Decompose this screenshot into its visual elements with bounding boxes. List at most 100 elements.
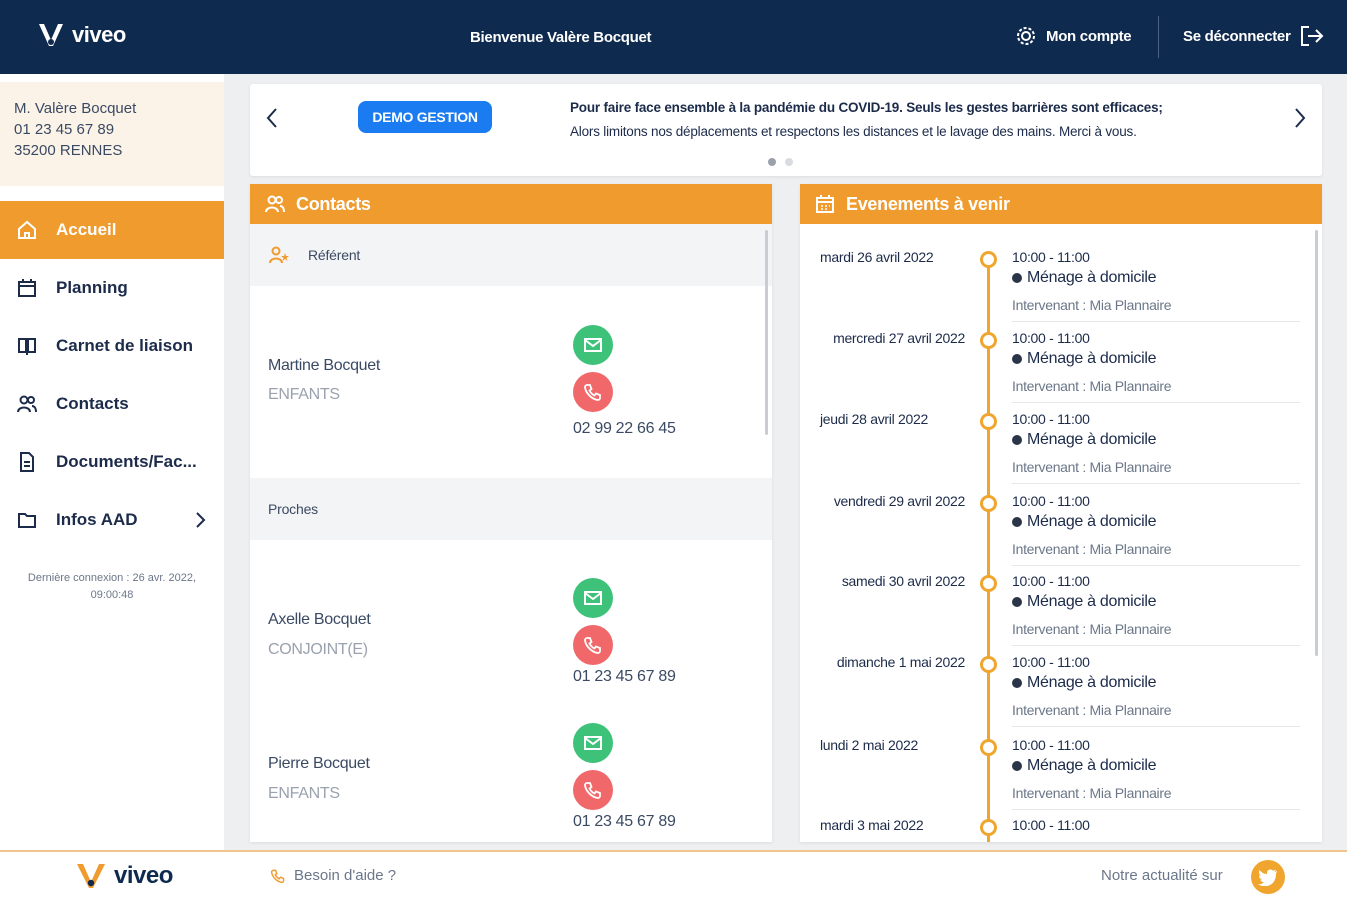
gear-icon [1017,27,1035,45]
news-label: Notre actualité sur [1101,867,1223,884]
timeline-dot [980,656,997,673]
contact-phone[interactable]: 01 23 45 67 89 [573,813,676,831]
phone-icon [584,384,601,401]
sidebar-item-accueil[interactable]: Accueil [0,201,224,259]
calendar-icon [816,195,834,213]
help-link[interactable]: Besoin d'aide ? [270,867,396,884]
twitter-icon [1258,869,1277,886]
event-date: jeudi 28 avril 2022 [820,411,928,427]
event-time: 10:00 - 11:00 [1012,573,1090,589]
twitter-button[interactable] [1251,860,1285,894]
event-divider [1012,809,1300,810]
sidebar-item-label: Infos AAD [56,510,138,529]
timeline-dot [980,332,997,349]
top-header: viveo Bienvenue Valère Bocquet Mon compt… [0,0,1347,74]
mail-icon [584,591,602,605]
event-date: dimanche 1 mai 2022 [836,654,965,670]
timeline-dot [980,575,997,592]
event-item[interactable]: vendredi 29 avril 2022 10:00 - 11:00 Mén… [800,493,1310,574]
sidebar-item-contacts[interactable]: Contacts [0,375,224,433]
bullet [1012,273,1022,283]
event-item[interactable]: mardi 26 avril 2022 10:00 - 11:00 Ménage… [800,249,1310,330]
email-button[interactable] [573,578,613,618]
event-intervenant: Intervenant : Mia Plannaire [1012,459,1172,475]
call-button[interactable] [573,372,613,412]
phone-icon [584,637,601,654]
sidebar-item-label: Documents/Fac... [56,452,197,471]
user-name: M. Valère Bocquet [14,100,137,117]
user-star-icon [269,246,289,264]
sidebar-item-infos-aad[interactable]: Infos AAD [0,491,224,549]
logout-icon [1300,26,1323,46]
contacts-scrollbar[interactable] [765,230,768,435]
events-scrollbar[interactable] [1315,230,1318,656]
contact-phone[interactable]: 01 23 45 67 89 [573,668,676,686]
account-label: Mon compte [1046,27,1132,45]
logout-button[interactable]: Se déconnecter [1183,24,1325,48]
book-icon [18,338,36,355]
contact-name: Martine Bocquet [268,357,381,374]
contact-role: ENFANTS [268,386,340,403]
event-item[interactable]: samedi 30 avril 2022 10:00 - 11:00 Ménag… [800,573,1310,654]
events-timeline: mardi 26 avril 2022 10:00 - 11:00 Ménage… [800,224,1322,842]
announcement-carousel: DEMO GESTION Pour faire face ensemble à … [250,84,1322,176]
sidebar-nav: Accueil Planning Carnet de liaison Conta… [0,201,224,549]
email-button[interactable] [573,723,613,763]
contact-name: Axelle Bocquet [268,611,371,628]
event-time: 10:00 - 11:00 [1012,249,1090,265]
call-button[interactable] [573,770,613,810]
event-time: 10:00 - 11:00 [1012,737,1090,753]
events-title: Evenements à venir [846,193,1010,214]
event-divider [1012,321,1300,322]
contact-phone[interactable]: 02 99 22 66 45 [573,420,676,438]
event-item[interactable]: mardi 3 mai 2022 10:00 - 11:00 [800,817,1310,842]
phone-icon [584,782,601,799]
footer: viveo Besoin d'aide ? Notre actualité su… [0,850,1347,900]
event-title-text: Ménage à domicile [1027,350,1157,367]
sidebar-item-carnet[interactable]: Carnet de liaison [0,317,224,375]
calendar-icon [18,279,36,297]
event-date: vendredi 29 avril 2022 [833,493,965,509]
proches-label: Proches [268,501,318,517]
event-intervenant: Intervenant : Mia Plannaire [1012,378,1172,394]
event-item[interactable]: lundi 2 mai 2022 10:00 - 11:00 Ménage à … [800,737,1310,818]
user-phone: 01 23 45 67 89 [14,121,115,138]
viveo-logo[interactable]: viveo [36,20,126,50]
event-item[interactable]: mercredi 27 avril 2022 10:00 - 11:00 Mén… [800,330,1310,411]
event-title: Ménage à domicile [1012,757,1157,775]
referent-label: Référent [308,247,361,263]
contact-card: Martine Bocquet ENFANTS 02 99 22 66 45 [250,286,772,478]
mail-icon [584,736,602,750]
users-icon [265,195,285,213]
sidebar-item-documents[interactable]: Documents/Fac... [0,433,224,491]
home-icon [18,220,36,239]
last-login: Dernière connexion : 26 avr. 2022, 09:00… [27,572,197,601]
event-title: Ménage à domicile [1012,350,1157,368]
footer-logo[interactable]: viveo [74,860,173,892]
email-button[interactable] [573,325,613,365]
event-title-text: Ménage à domicile [1027,431,1157,448]
sidebar-item-planning[interactable]: Planning [0,259,224,317]
bullet [1012,517,1022,527]
contacts-panel: Contacts Référent Martine Bocquet ENFANT… [250,184,772,842]
announcement-text: Pour faire face ensemble à la pandémie d… [570,96,1270,144]
carousel-prev-icon[interactable] [264,106,280,130]
call-button[interactable] [573,625,613,665]
folder-icon [18,513,36,528]
event-divider [1012,483,1300,484]
carousel-dot[interactable] [768,158,776,166]
event-divider [1012,726,1300,727]
event-item[interactable]: dimanche 1 mai 2022 10:00 - 11:00 Ménage… [800,654,1310,735]
carousel-dot[interactable] [785,158,793,166]
event-title: Ménage à domicile [1012,593,1157,611]
event-title-text: Ménage à domicile [1027,513,1157,530]
carousel-dots [768,158,793,166]
account-button[interactable]: Mon compte [1014,24,1132,48]
event-item[interactable]: jeudi 28 avril 2022 10:00 - 11:00 Ménage… [800,411,1310,492]
carousel-next-icon[interactable] [1292,106,1308,130]
referent-section-header: Référent [250,224,772,286]
demo-badge: DEMO GESTION [358,101,492,133]
timeline-dot [980,413,997,430]
contacts-header: Contacts [250,184,772,224]
event-time: 10:00 - 11:00 [1012,817,1090,833]
